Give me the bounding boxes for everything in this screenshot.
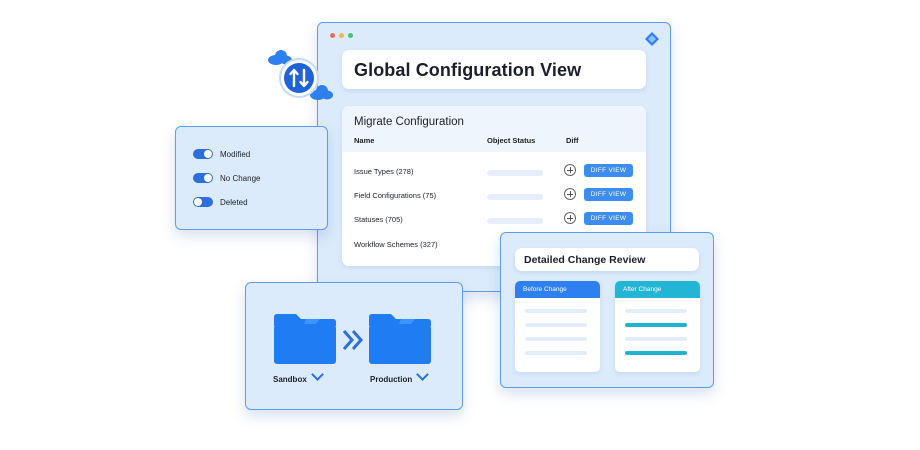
column-header-name: Name [354, 136, 375, 145]
after-change-header: After Change [615, 281, 700, 298]
chevron-down-icon[interactable] [416, 368, 430, 381]
toggle-label: No Change [220, 173, 261, 183]
toggle-switch[interactable] [193, 197, 213, 207]
status-bar [487, 194, 543, 200]
page-title: Global Configuration View [354, 60, 582, 80]
review-title: Detailed Change Review [524, 254, 646, 266]
content-line [625, 337, 687, 341]
content-line [525, 309, 587, 313]
diff-view-button[interactable]: DIFF VIEW [584, 188, 633, 201]
window-close-dot[interactable] [330, 33, 335, 38]
content-line [525, 351, 587, 355]
column-header-object-status: Object Status [487, 136, 536, 145]
toggle-label: Modified [220, 149, 251, 159]
sync-arrows-icon [268, 50, 333, 100]
before-change-card: Before Change [515, 281, 600, 372]
table-row: Issue Types (278) DIFF VIEW [342, 162, 646, 182]
window-minimize-dot[interactable] [339, 33, 344, 38]
diff-view-button[interactable]: DIFF VIEW [584, 164, 633, 177]
toggle-label: Deleted [220, 197, 248, 207]
plus-circle-icon[interactable] [564, 164, 576, 176]
row-name: Statuses (705) [354, 215, 403, 224]
plus-circle-icon[interactable] [564, 212, 576, 224]
window-maximize-dot[interactable] [348, 33, 353, 38]
content-line [525, 323, 587, 327]
double-chevron-right-icon [342, 330, 364, 350]
production-label: Production [370, 375, 413, 384]
folder-icon [369, 314, 431, 364]
changed-line [625, 323, 687, 327]
review-title-bar: Detailed Change Review [515, 248, 699, 271]
title-bar: Global Configuration View [342, 50, 646, 89]
sandbox-selector[interactable]: Sandbox [273, 368, 324, 384]
environment-folders-panel: Sandbox Production [245, 282, 463, 410]
chevron-down-icon[interactable] [310, 368, 324, 381]
migrate-title: Migrate Configuration [354, 116, 464, 128]
table-row: Field Configurations (75) DIFF VIEW [342, 186, 646, 206]
detailed-change-review-panel: Detailed Change Review Before Change Aft… [500, 232, 714, 388]
content-line [625, 309, 687, 313]
row-name: Field Configurations (75) [354, 191, 437, 200]
content-line [525, 337, 587, 341]
toggle-no-change[interactable]: No Change [193, 173, 260, 183]
status-bar [487, 218, 543, 224]
toggle-switch[interactable] [193, 149, 213, 159]
after-change-card: After Change [615, 281, 700, 372]
column-header-diff: Diff [566, 136, 579, 145]
toggle-switch[interactable] [193, 173, 213, 183]
before-change-header: Before Change [515, 281, 600, 298]
toggle-modified[interactable]: Modified [193, 149, 250, 159]
row-name: Issue Types (278) [354, 167, 414, 176]
toggle-deleted[interactable]: Deleted [193, 197, 248, 207]
migrate-header: Migrate Configuration Name Object Status… [342, 106, 646, 152]
diff-view-button[interactable]: DIFF VIEW [584, 212, 633, 225]
plus-circle-icon[interactable] [564, 188, 576, 200]
logo-icon [645, 32, 659, 46]
window-controls [330, 33, 353, 38]
filter-toggles-panel: Modified No Change Deleted [175, 126, 328, 230]
sandbox-label: Sandbox [273, 375, 307, 384]
changed-line [625, 351, 687, 355]
status-bar [487, 170, 543, 176]
folder-icon [274, 314, 336, 364]
production-selector[interactable]: Production [370, 368, 430, 384]
row-name: Workflow Schemes (327) [354, 240, 438, 249]
table-row: Statuses (705) DIFF VIEW [342, 210, 646, 230]
